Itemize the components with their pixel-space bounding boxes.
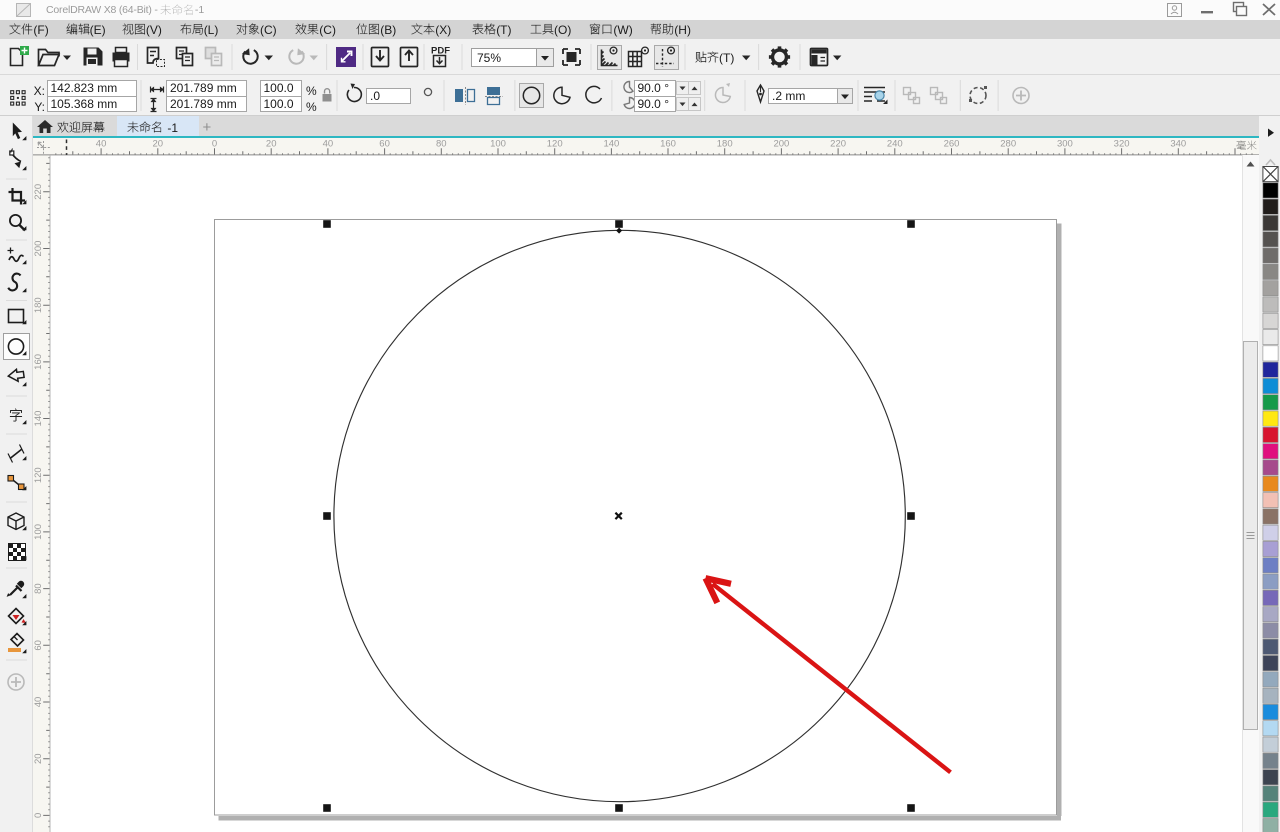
svg-text:60: 60 [33,640,44,651]
svg-text:160: 160 [660,138,676,149]
svg-text:40: 40 [96,138,107,149]
svg-text:220: 220 [33,184,44,200]
svg-text:40: 40 [33,697,44,708]
svg-text:80: 80 [33,583,44,594]
svg-text:0: 0 [212,138,217,149]
svg-text:60: 60 [379,138,390,149]
svg-text:100: 100 [490,138,506,149]
svg-text:140: 140 [603,138,619,149]
svg-text:20: 20 [153,138,164,149]
svg-text:120: 120 [547,138,563,149]
svg-text:200: 200 [33,241,44,257]
svg-text:180: 180 [33,297,44,313]
svg-text:20: 20 [266,138,277,149]
svg-text:280: 280 [1000,138,1016,149]
svg-text:120: 120 [33,467,44,483]
svg-text:200: 200 [773,138,789,149]
svg-text:160: 160 [33,354,44,370]
svg-text:300: 300 [1057,138,1073,149]
svg-text:320: 320 [1114,138,1130,149]
svg-text:40: 40 [323,138,334,149]
svg-text:240: 240 [887,138,903,149]
svg-text:340: 340 [1170,138,1186,149]
svg-text:80: 80 [436,138,447,149]
svg-text:100: 100 [33,524,44,540]
svg-text:220: 220 [830,138,846,149]
svg-text:180: 180 [717,138,733,149]
svg-text:0: 0 [33,813,44,818]
svg-text:260: 260 [944,138,960,149]
svg-text:140: 140 [33,411,44,427]
svg-text:20: 20 [33,753,44,764]
